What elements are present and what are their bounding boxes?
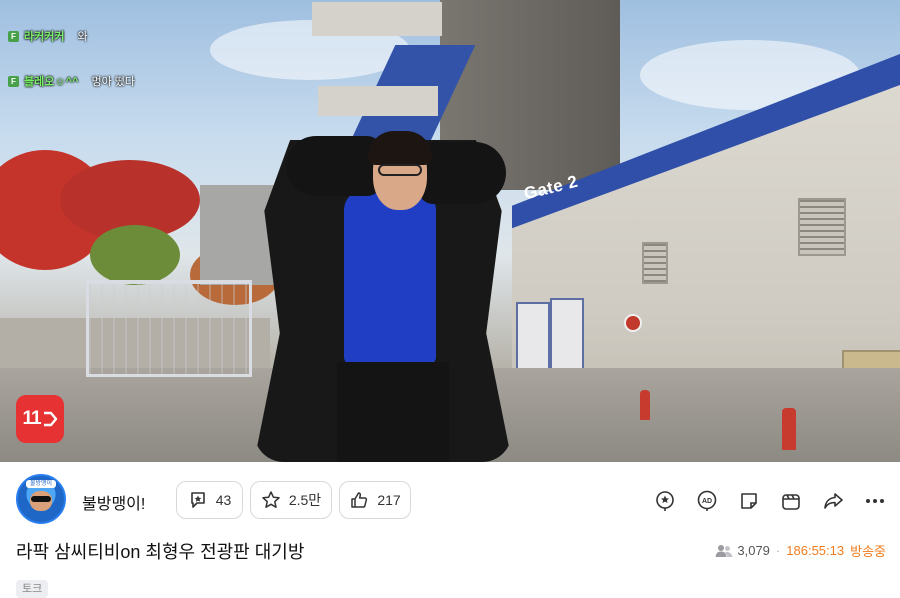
person-pants (337, 362, 449, 462)
category-tag[interactable]: 토크 (16, 580, 49, 598)
clip-button[interactable] (779, 489, 803, 513)
no-entry-sign (624, 314, 642, 332)
ad-icon: AD (697, 490, 717, 511)
ranking-button[interactable] (653, 489, 677, 513)
thumbs-up-icon (351, 492, 368, 508)
platform-logo-text: 11 (22, 408, 41, 429)
fire-hydrant (782, 408, 796, 450)
viewers-icon (715, 544, 733, 557)
viewer-count-value: 3,079 (737, 543, 770, 558)
chat-message: 멍아 떴다 (91, 76, 135, 88)
fan-badge-icon: F (8, 75, 19, 87)
concrete-beam (318, 86, 438, 116)
fan-badge-icon: F (8, 30, 19, 42)
video-player[interactable]: Gate 2 F 라커커커 와 F 블레오☺^^ 멍아 떴다 11 (0, 0, 900, 462)
platform-logo: 11 (16, 395, 64, 443)
more-button[interactable] (863, 489, 887, 513)
person-arm (286, 136, 382, 196)
goal-frame (86, 280, 252, 377)
ad-balloon-icon (190, 492, 205, 508)
share-icon (824, 493, 843, 509)
avatar-sunglasses (31, 496, 51, 502)
chat-message: 와 (77, 31, 88, 43)
broadcast-title: 라팍 삼씨티비on 최형우 전광판 대기방 (16, 542, 305, 562)
chat-user: 블레오☺^^ (24, 76, 79, 88)
chat-line: F 블레오☺^^ 멍아 떴다 (8, 73, 135, 89)
star-icon (262, 491, 280, 508)
wall-vent (798, 198, 846, 256)
ad-balloon-count: 43 (215, 492, 232, 508)
chat-line: F 라커커커 와 (8, 28, 88, 44)
ad-button[interactable]: AD (695, 489, 719, 513)
green-bush (90, 225, 180, 285)
more-icon (866, 499, 884, 503)
ad-balloon-button[interactable]: 43 (176, 481, 243, 519)
person-hoodie (344, 190, 436, 365)
stats-separator: · (775, 543, 781, 558)
wall-vent (642, 242, 668, 284)
channel-avatar[interactable]: 불방맹이 (16, 474, 66, 524)
favorite-button[interactable]: 2.5만 (250, 481, 332, 519)
play-arrow-icon (43, 411, 57, 427)
like-count: 217 (377, 492, 401, 508)
ranking-icon (656, 491, 674, 511)
channel-name[interactable]: 불방맹이! (82, 490, 145, 514)
sticker-button[interactable] (737, 489, 761, 513)
fire-hydrant (640, 390, 650, 420)
concrete-beam (312, 2, 442, 36)
clip-icon (782, 494, 800, 510)
uptime: 186:55:13 (786, 543, 845, 558)
svg-text:AD: AD (702, 498, 712, 505)
live-status: 방송중 (850, 544, 886, 559)
broadcast-stats: 3,079 · 186:55:13 방송중 (715, 541, 886, 560)
viewer-count: 3,079 (715, 543, 770, 558)
like-button[interactable]: 217 (339, 481, 411, 519)
favorite-count: 2.5만 (288, 492, 322, 508)
chat-user: 라커커커 (24, 31, 65, 43)
avatar-tag: 불방맹이 (26, 480, 56, 488)
person-hair (368, 131, 432, 165)
sticker-icon (741, 493, 757, 509)
share-button[interactable] (821, 489, 845, 513)
person-glasses (378, 164, 422, 176)
